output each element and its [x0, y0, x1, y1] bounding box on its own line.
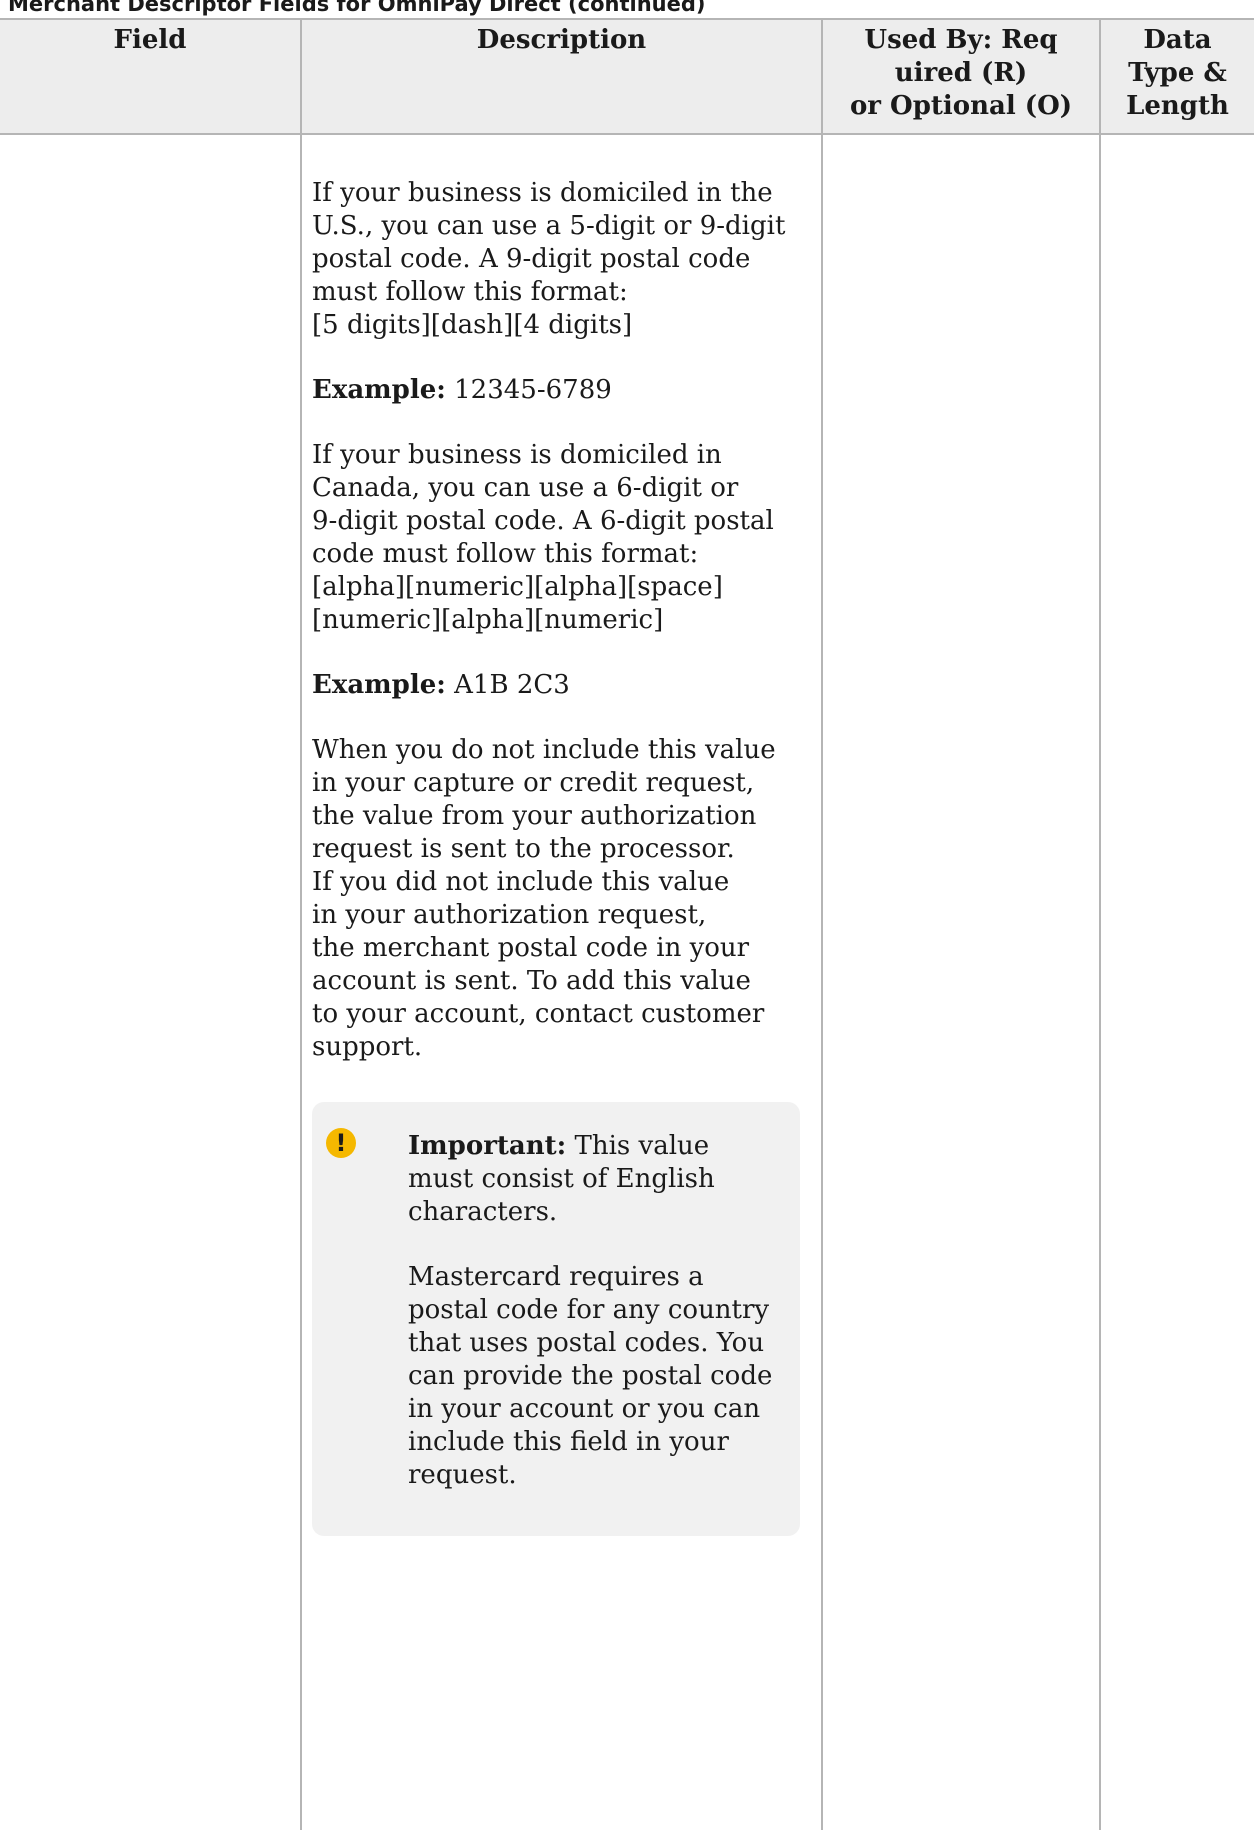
example-canada: Example: A1B 2C3 [312, 669, 811, 702]
mastercard-note-text: Mastercard requires a postal code for an… [408, 1262, 773, 1490]
example-label: Example: [312, 375, 446, 405]
example-us: Example: 12345-6789 [312, 374, 811, 407]
used-by-cell [821, 133, 1101, 1830]
example-label: Example: [312, 670, 446, 700]
field-cell [0, 133, 302, 1830]
table-row: If your business is domiciled in the U.S… [0, 133, 1254, 1830]
important-note: ! Important: This value must consist of … [312, 1102, 800, 1536]
description-cell: If your business is domiciled in the U.S… [300, 133, 823, 1830]
column-header-data-type: Data Type & Length [1099, 18, 1254, 135]
column-header-used-by: Used By: Req uired (R) or Optional (O) [821, 18, 1101, 135]
important-label: Important: [408, 1131, 567, 1161]
example-value: 12345-6789 [445, 375, 612, 405]
description-paragraph-us: If your business is domiciled in the U.S… [312, 178, 786, 340]
data-type-cell [1099, 133, 1254, 1830]
exclamation-icon: ! [326, 1128, 356, 1158]
merchant-descriptor-table: Field Description Used By: Req uired (R)… [0, 18, 1254, 1830]
important-note-text: Important: This value must consist of En… [408, 1130, 776, 1229]
table-header-row: Field Description Used By: Req uired (R)… [0, 18, 1254, 135]
table-caption: Merchant Descriptor Fields for OmniPay D… [8, 0, 706, 16]
description-paragraph-canada: If your business is domiciled in Canada,… [312, 440, 774, 635]
description-paragraph-default: When you do not include this value in yo… [312, 735, 776, 1062]
important-note-body: Important: This value must consist of En… [408, 1130, 776, 1492]
column-header-field: Field [0, 18, 302, 135]
column-header-description: Description [300, 18, 823, 135]
example-value: A1B 2C3 [445, 670, 570, 700]
